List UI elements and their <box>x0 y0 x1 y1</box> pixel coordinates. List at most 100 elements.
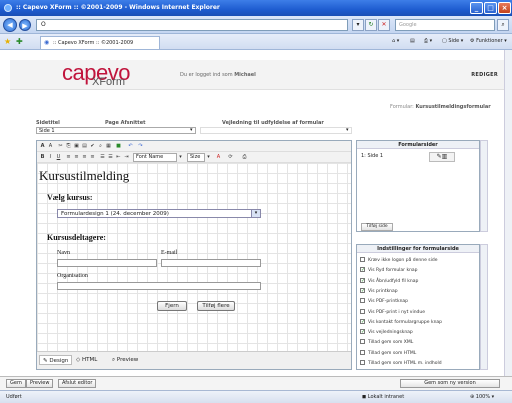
save-new-version-button[interactable]: Gem som ny version <box>400 379 500 388</box>
email-field[interactable] <box>161 259 261 267</box>
indent-icon[interactable]: ⇥ <box>123 154 130 161</box>
checkbox-checked-icon[interactable]: ✓ <box>360 318 365 324</box>
settings-option[interactable]: ✓ Vis Ryd formular knap <box>360 267 418 273</box>
search-icon[interactable]: ⌕ <box>497 19 509 31</box>
vejledning-input[interactable] <box>200 127 352 134</box>
align-center-icon[interactable]: ≡ <box>73 154 80 161</box>
rediger-link[interactable]: REDIGER <box>471 72 498 78</box>
font-color-icon[interactable]: A <box>39 143 46 150</box>
bold-icon[interactable]: B <box>39 154 46 161</box>
font-color-2-icon[interactable]: A <box>215 154 222 161</box>
tab-preview[interactable]: ⌕ Preview <box>109 355 141 365</box>
address-dropdown-icon[interactable]: ▾ <box>352 19 364 31</box>
redo-icon[interactable]: ↷ <box>137 143 144 150</box>
course-dropdown-icon[interactable]: ▾ <box>251 210 260 217</box>
save-button[interactable]: Gem <box>6 379 26 388</box>
close-button[interactable]: × <box>498 2 511 14</box>
print-icon[interactable]: ⎙ ▾ <box>424 38 432 44</box>
font-size-select[interactable]: Size <box>187 153 205 162</box>
search-input[interactable]: Google <box>395 19 495 31</box>
address-bar[interactable]: O <box>36 19 348 31</box>
organisation-field[interactable] <box>57 282 261 290</box>
ordered-list-icon[interactable]: ☰ <box>99 154 106 161</box>
unordered-list-icon[interactable]: ☰ <box>107 154 114 161</box>
maximize-button[interactable]: □ <box>484 2 497 14</box>
exit-editor-button[interactable]: Afslut editor <box>58 379 97 388</box>
editor-canvas[interactable]: Kursustilmelding Vælg kursus: Formularde… <box>37 163 351 351</box>
feeds-icon[interactable]: ▤ <box>410 38 415 44</box>
cut-icon[interactable]: ✂ <box>57 143 64 150</box>
settings-option[interactable]: Kræv ikke logon på denne side <box>360 257 438 263</box>
remove-button[interactable]: Fjern <box>157 301 187 311</box>
sidetitel-input[interactable]: Side 1 <box>36 127 196 134</box>
checkbox-icon[interactable] <box>360 308 365 314</box>
settings-option[interactable]: Tillad gem som HTML <box>360 349 416 356</box>
settings-option[interactable]: ✓ Vis vejledningsknap <box>360 329 413 335</box>
stop-icon[interactable]: ✕ <box>378 19 390 31</box>
preview-button[interactable]: Preview <box>26 379 54 388</box>
checkbox-icon[interactable] <box>360 360 365 365</box>
settings-option[interactable]: Vis PDF-printknap <box>360 298 408 304</box>
copy-icon[interactable]: ⎘ <box>65 143 72 150</box>
checkbox-icon[interactable] <box>360 339 365 345</box>
tab-design[interactable]: ✎ Design <box>39 355 73 365</box>
checkbox-checked-icon[interactable]: ✓ <box>360 287 365 293</box>
highlight-2-icon[interactable]: ⟳ <box>227 154 234 161</box>
settings-option[interactable]: Vis PDF-print i nyt vindue <box>360 308 425 315</box>
font-name-select[interactable]: Font Name <box>133 153 177 162</box>
zoom-control[interactable]: ⊕ 100% ▾ <box>470 391 494 403</box>
checkbox-icon[interactable] <box>360 349 365 355</box>
settings-option[interactable]: ✓ Vis printknap <box>360 287 398 294</box>
image-icon[interactable]: ■ <box>115 143 122 150</box>
page-scrollbar[interactable] <box>504 50 512 376</box>
checkbox-icon[interactable] <box>360 298 365 304</box>
table-icon[interactable]: ▦ <box>105 143 112 150</box>
settings-option[interactable]: Tillad gem som XML <box>360 339 413 345</box>
justify-icon[interactable]: ≡ <box>89 154 96 161</box>
zone-indicator: ◼ Lokalt intranet <box>362 391 404 403</box>
highlight-icon[interactable]: A <box>47 143 54 150</box>
vejledning-dropdown-icon[interactable]: ▾ <box>346 127 349 133</box>
name-field[interactable] <box>57 259 157 267</box>
checkbox-checked-icon[interactable]: ✓ <box>360 277 365 283</box>
tab-html-label: HTML <box>81 357 98 363</box>
course-select[interactable]: Formulardesign 1 (24. december 2009) ▾ <box>57 209 261 218</box>
underline-icon[interactable]: U <box>55 154 62 161</box>
undo-icon[interactable]: ↶ <box>127 143 134 150</box>
italic-icon[interactable]: I <box>47 154 54 161</box>
sidetitel-dropdown-icon[interactable]: ▾ <box>190 127 193 133</box>
forward-button[interactable]: ▶ <box>19 19 31 31</box>
add-more-button[interactable]: Tilføj flere <box>197 301 235 311</box>
align-right-icon[interactable]: ≡ <box>81 154 88 161</box>
form-pages-scrollbar[interactable] <box>480 140 488 232</box>
checkbox-checked-icon[interactable]: ✓ <box>360 329 365 335</box>
size-dropdown-icon[interactable]: ▾ <box>205 154 212 161</box>
settings-option[interactable]: ✓ Vis kontakt formulargruppe knap <box>360 318 442 325</box>
page-actions-icon[interactable]: ✎▥ <box>429 152 455 162</box>
print-editor-icon[interactable]: ⎙ <box>241 154 248 161</box>
home-icon[interactable]: ⌂ ▾ <box>392 38 399 44</box>
paste-text-icon[interactable]: ▤ <box>81 143 88 150</box>
add-favorite-icon[interactable]: ✚ <box>16 37 23 46</box>
browser-tab[interactable]: ◉ :: Capevo XForm :: ©2001-2009 <box>40 36 160 49</box>
settings-option[interactable]: Tillad gem som HTML m. indhold <box>360 360 442 366</box>
favorites-star-icon[interactable]: ★ <box>4 37 11 46</box>
tab-html[interactable]: ◇ HTML <box>73 355 100 365</box>
refresh-icon[interactable]: ↻ <box>365 19 377 31</box>
find-icon[interactable]: ⌕ <box>97 143 104 150</box>
outdent-icon[interactable]: ⇤ <box>115 154 122 161</box>
tools-menu[interactable]: ⚙ Funktioner ▾ <box>470 38 507 44</box>
page-menu[interactable]: ▢ Side ▾ <box>442 38 463 44</box>
checkbox-icon[interactable] <box>360 257 365 262</box>
settings-option[interactable]: ✓ Vis Åbn/udfyld fil knap <box>360 277 418 284</box>
add-page-button[interactable]: Tilføj side <box>361 223 393 231</box>
page-list-item[interactable]: 1: Side 1 <box>361 153 383 159</box>
spell-icon[interactable]: ✔ <box>89 143 96 150</box>
minimize-button[interactable]: _ <box>470 2 483 14</box>
align-left-icon[interactable]: ≡ <box>65 154 72 161</box>
paste-icon[interactable]: ▣ <box>73 143 80 150</box>
font-dropdown-icon[interactable]: ▾ <box>177 154 184 161</box>
settings-scrollbar[interactable] <box>480 244 488 370</box>
back-button[interactable]: ◀ <box>3 18 17 32</box>
checkbox-checked-icon[interactable]: ✓ <box>360 267 365 273</box>
